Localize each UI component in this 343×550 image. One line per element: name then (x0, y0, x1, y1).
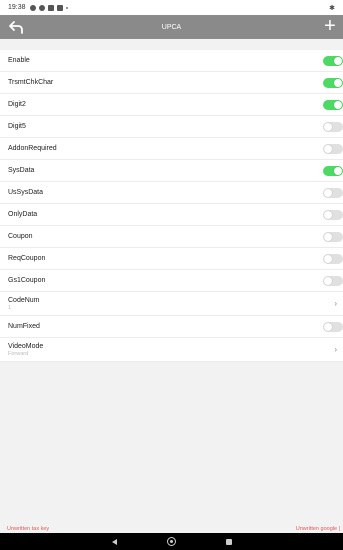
setting-label: Gs1Coupon (8, 277, 46, 284)
setting-toggle-digit2[interactable] (323, 100, 343, 110)
setting-toggle-ussysdata[interactable] (323, 188, 343, 198)
setting-label: TrsmtChkChar (8, 79, 54, 86)
setting-row-onlydata[interactable]: OnlyData (0, 204, 343, 226)
system-nav-bar (0, 533, 343, 550)
setting-label: Digit5 (8, 123, 26, 130)
footer-right-text: Unwritten google | (295, 526, 340, 532)
setting-row-gs1coupon[interactable]: Gs1Coupon (0, 270, 343, 292)
setting-row-coupon[interactable]: Coupon (0, 226, 343, 248)
data-saver-icon (29, 4, 36, 11)
setting-row-ussysdata[interactable]: UsSysData (0, 182, 343, 204)
toggle-knob (334, 79, 342, 87)
setting-toggle-onlydata[interactable] (323, 210, 343, 220)
setting-label: SysData (8, 167, 35, 174)
setting-toggle-coupon[interactable] (323, 232, 343, 242)
nav-back-icon[interactable] (111, 538, 117, 545)
chevron-right-icon: › (334, 345, 337, 354)
toggle-knob (324, 145, 332, 153)
status-bar: 19:38 ✱ (0, 0, 343, 15)
setting-label: Enable (8, 57, 30, 64)
footer-left-text: Unwritten tax key (7, 526, 50, 532)
toggle-knob (324, 211, 332, 219)
setting-toggle-enable[interactable] (323, 56, 343, 66)
setting-value: 1 (8, 304, 12, 311)
setting-row-sysdata[interactable]: SysData (0, 160, 343, 182)
app-bar: UPCA + (0, 15, 343, 39)
plus-icon[interactable]: + (321, 16, 339, 37)
nav-home-icon[interactable] (166, 537, 176, 546)
setting-row-reqcoupon[interactable]: ReqCoupon (0, 248, 343, 270)
setting-toggle-sysdata[interactable] (323, 166, 343, 176)
chevron-right-icon: › (334, 299, 337, 308)
toggle-knob (334, 57, 342, 65)
notification-grid-icon (47, 4, 54, 11)
setting-toggle-trsmtchkchar[interactable] (323, 78, 343, 88)
toggle-knob (324, 323, 332, 331)
notification-box-icon (56, 4, 63, 11)
toggle-knob (324, 233, 332, 241)
setting-label: Coupon (8, 233, 33, 240)
setting-toggle-addonrequired[interactable] (323, 144, 343, 154)
setting-row-numfixed[interactable]: NumFixed (0, 316, 343, 338)
toggle-knob (324, 189, 332, 197)
setting-label: OnlyData (8, 211, 38, 218)
toggle-knob (334, 167, 342, 175)
setting-label: CodeNum (8, 296, 40, 304)
setting-label: NumFixed (8, 323, 40, 330)
setting-toggle-numfixed[interactable] (323, 322, 343, 332)
setting-label: ReqCoupon (8, 255, 46, 262)
setting-row-digit5[interactable]: Digit5 (0, 116, 343, 138)
status-icons (29, 4, 68, 11)
back-arrow-icon[interactable] (8, 19, 24, 35)
setting-value: Forward (8, 350, 29, 357)
toggle-knob (324, 277, 332, 285)
setting-toggle-gs1coupon[interactable] (323, 276, 343, 286)
setting-toggle-reqcoupon[interactable] (323, 254, 343, 264)
setting-label: UsSysData (8, 189, 44, 196)
setting-row-codenum[interactable]: CodeNum 1 › (0, 292, 343, 316)
settings-gear-icon (38, 4, 45, 11)
toggle-knob (324, 255, 332, 263)
setting-row-addonrequired[interactable]: AddonRequired (0, 138, 343, 160)
nav-recents-icon[interactable] (225, 538, 232, 545)
page-title: UPCA (161, 23, 182, 31)
setting-row-videomode[interactable]: VideoMode Forward › (0, 338, 343, 362)
more-notifications-dot-icon (65, 6, 68, 9)
setting-toggle-digit5[interactable] (323, 122, 343, 132)
bluetooth-icon: ✱ (329, 4, 335, 12)
toggle-knob (324, 123, 332, 131)
toggle-knob (334, 101, 342, 109)
setting-row-enable[interactable]: Enable (0, 50, 343, 72)
setting-row-trsmtchkchar[interactable]: TrsmtChkChar (0, 72, 343, 94)
setting-label: AddonRequired (8, 145, 57, 152)
status-time: 19:38 (8, 4, 26, 11)
settings-list: Enable TrsmtChkChar Digit2 Digit5 AddonRequi… (0, 50, 343, 362)
setting-label: VideoMode (8, 342, 44, 350)
setting-row-digit2[interactable]: Digit2 (0, 94, 343, 116)
setting-label: Digit2 (8, 101, 26, 108)
